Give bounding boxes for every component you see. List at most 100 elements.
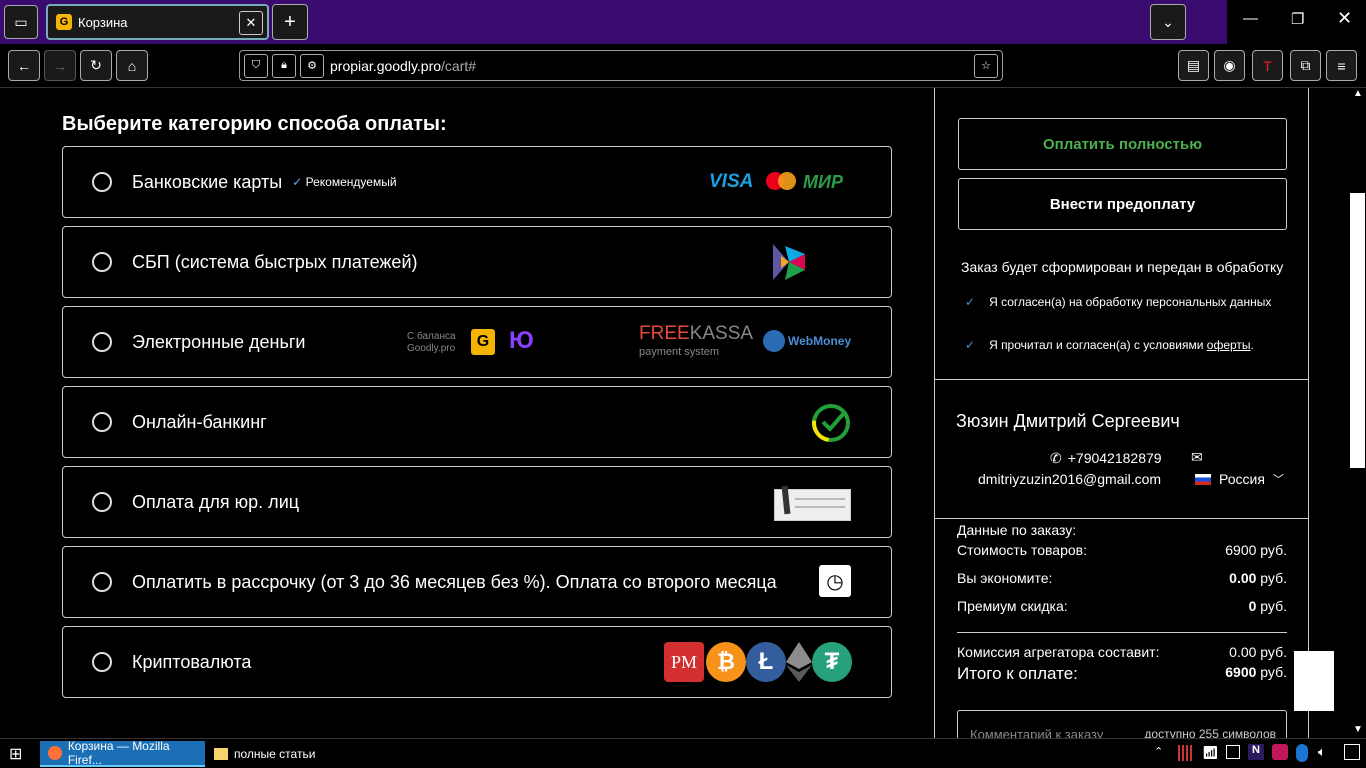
home-button[interactable]: ⌂ <box>116 50 148 81</box>
tray-expand-icon[interactable]: ⌃ <box>1154 745 1163 758</box>
freekassa-free: FREE <box>639 323 690 344</box>
webmoney-logo: WebMoney <box>763 330 851 352</box>
restore-icon[interactable]: ❐ <box>1291 10 1304 28</box>
taskbar-item-firefox[interactable]: Корзина — Mozilla Firef... <box>40 739 205 767</box>
order-sidebar: Оплатить полностью Внести предоплату Зак… <box>934 88 1309 750</box>
payment-option-sbp[interactable]: СБП (система быстрых платежей) <box>62 226 892 298</box>
radio-button[interactable] <box>92 172 112 192</box>
wifi-icon[interactable]: 📶︎ <box>1202 745 1219 761</box>
plus-icon: + <box>284 10 296 33</box>
agree-personal-data[interactable]: ✓ Я согласен(а) на обработку персональных… <box>965 295 1271 309</box>
page-scrollbar[interactable]: ▲ ▼ <box>1349 88 1366 738</box>
radio-button[interactable] <box>92 652 112 672</box>
taskbar-item-label: полные статьи <box>234 747 316 761</box>
url-text[interactable]: propiar.goodly.pro/cart# <box>330 58 476 74</box>
phone-icon: ✆ <box>1050 450 1062 466</box>
divider <box>935 518 1308 519</box>
tab-close-icon[interactable]: ✕ <box>239 11 263 35</box>
url-bar[interactable]: ⛉ 🔒︎ ⚙ propiar.goodly.pro/cart# ☆ <box>239 50 1003 81</box>
goodly-wallet-icon: G <box>471 329 495 355</box>
extension-button[interactable]: T <box>1252 50 1283 81</box>
permissions-icon[interactable]: ⚙ <box>300 53 324 78</box>
page-title: Выберите категорию способа оплаты: <box>62 113 447 135</box>
payment-option-online-banking[interactable]: Онлайн-банкинг <box>62 386 892 458</box>
visa-logo: VISA <box>709 171 754 192</box>
floating-widget[interactable] <box>1294 651 1334 711</box>
notifications-icon[interactable] <box>1344 744 1360 760</box>
scrollbar-thumb[interactable] <box>1350 193 1365 468</box>
prepay-button[interactable]: Внести предоплату <box>958 178 1287 230</box>
radio-button[interactable] <box>92 252 112 272</box>
taskbar-item-folder[interactable]: полные статьи <box>206 741 366 767</box>
offer-link[interactable]: оферты <box>1207 338 1251 352</box>
ethereum-icon <box>786 642 812 682</box>
option-label: Электронные деньги <box>132 331 306 352</box>
chevron-down-icon: ﹀ <box>1272 474 1284 486</box>
savings-value: 0.00 руб. <box>1229 570 1287 586</box>
tab-list-button[interactable]: ▭ <box>4 5 38 39</box>
tray-app-icon[interactable] <box>1178 745 1194 761</box>
radio-button[interactable] <box>92 492 112 512</box>
volume-icon[interactable]: 🔈︎ <box>1318 744 1326 760</box>
order-notice: Заказ будет сформирован и передан в обра… <box>961 259 1284 275</box>
agree-offer-end: . <box>1250 338 1254 352</box>
star-icon[interactable]: ☆ <box>974 53 998 78</box>
savings-row: Вы экономите: 0.00 руб. <box>957 570 1287 586</box>
agree-personal-label: Я согласен(а) на обработку персональных … <box>989 295 1272 309</box>
tray-n-icon[interactable]: N <box>1248 744 1264 760</box>
page-content: Выберите категорию способа оплаты: Банко… <box>0 88 1366 750</box>
list-all-tabs-button[interactable]: ⌄ <box>1150 4 1186 40</box>
payment-option-emoney[interactable]: Электронные деньги С баланса Goodly.pro G… <box>62 306 892 378</box>
premium-value: 0 руб. <box>1249 598 1287 614</box>
balance-line1: С баланса <box>407 331 456 342</box>
fee-label: Комиссия агрегатора составит: <box>957 644 1160 660</box>
tray-box-icon[interactable] <box>1226 745 1240 759</box>
windows-start-icon[interactable]: ⊞ <box>9 744 22 764</box>
extensions-button[interactable]: ⧉ <box>1290 50 1321 81</box>
bluetooth-icon[interactable] <box>1296 744 1308 762</box>
forward-button[interactable]: → <box>44 50 76 81</box>
payment-option-cards[interactable]: Банковские карты ✓ Рекомендуемый VISA МИ… <box>62 146 892 218</box>
lock-icon[interactable]: 🔒︎ <box>272 53 296 78</box>
perfect-money-logo: PM <box>664 642 704 682</box>
reader-button[interactable]: ▤ <box>1178 50 1209 81</box>
radio-button[interactable] <box>92 412 112 432</box>
tab-title: Корзина <box>78 14 128 30</box>
total-value: 6900 руб. <box>1225 664 1287 684</box>
scroll-down-icon[interactable]: ▼ <box>1353 724 1363 735</box>
goods-cost-row: Стоимость товаров: 6900 руб. <box>957 542 1287 558</box>
puzzle-icon: ⧉ <box>1300 57 1311 73</box>
new-tab-button[interactable]: + <box>272 4 308 40</box>
total-unit: руб. <box>1256 664 1287 680</box>
shield-icon[interactable]: ⛉ <box>244 53 268 78</box>
country-select[interactable]: Россия ﹀ <box>1195 471 1284 487</box>
option-label: СБП (система быстрых платежей) <box>132 251 418 272</box>
payment-option-legal[interactable]: Оплата для юр. лиц <box>62 466 892 538</box>
agree-offer[interactable]: ✓ Я прочитал и согласен(а) с условиями оф… <box>965 338 1254 352</box>
minimize-icon[interactable]: — <box>1243 10 1258 27</box>
collection-icon: ▭ <box>14 13 28 30</box>
radio-button[interactable] <box>92 332 112 352</box>
option-label: Банковские карты <box>132 171 283 192</box>
total-label: Итого к оплате: <box>957 664 1078 683</box>
back-button[interactable]: ← <box>8 50 40 81</box>
pay-full-button[interactable]: Оплатить полностью <box>958 118 1287 170</box>
scroll-up-icon[interactable]: ▲ <box>1353 88 1363 99</box>
goodly-balance-logo: С баланса Goodly.pro <box>407 331 456 355</box>
agree-offer-label: Я прочитал и согласен(а) с условиями <box>989 338 1207 352</box>
taskbar: ⊞ Корзина — Mozilla Firef... полные стат… <box>0 738 1366 768</box>
account-button[interactable]: ◉ <box>1214 50 1245 81</box>
reload-button[interactable]: ↻ <box>80 50 112 81</box>
menu-button[interactable]: ≡ <box>1326 50 1357 81</box>
home-icon: ⌂ <box>127 57 137 74</box>
radio-button[interactable] <box>92 572 112 592</box>
close-window-icon[interactable]: ✕ <box>1337 8 1352 29</box>
tray-red-icon[interactable] <box>1272 744 1288 760</box>
payment-option-crypto[interactable]: Криптовалюта PM ₿ Ł ₮ <box>62 626 892 698</box>
tab-bar: ▭ G Корзина ✕ + ⌄ — ❐ ✕ <box>0 0 1366 44</box>
clock-coins-icon: ◷ <box>819 565 851 597</box>
russia-flag-icon <box>1195 473 1211 485</box>
payment-option-installments[interactable]: Оплатить в рассрочку (от 3 до 36 месяцев… <box>62 546 892 618</box>
sber-logo <box>812 404 850 442</box>
tab-cart[interactable]: G Корзина ✕ <box>46 4 269 40</box>
